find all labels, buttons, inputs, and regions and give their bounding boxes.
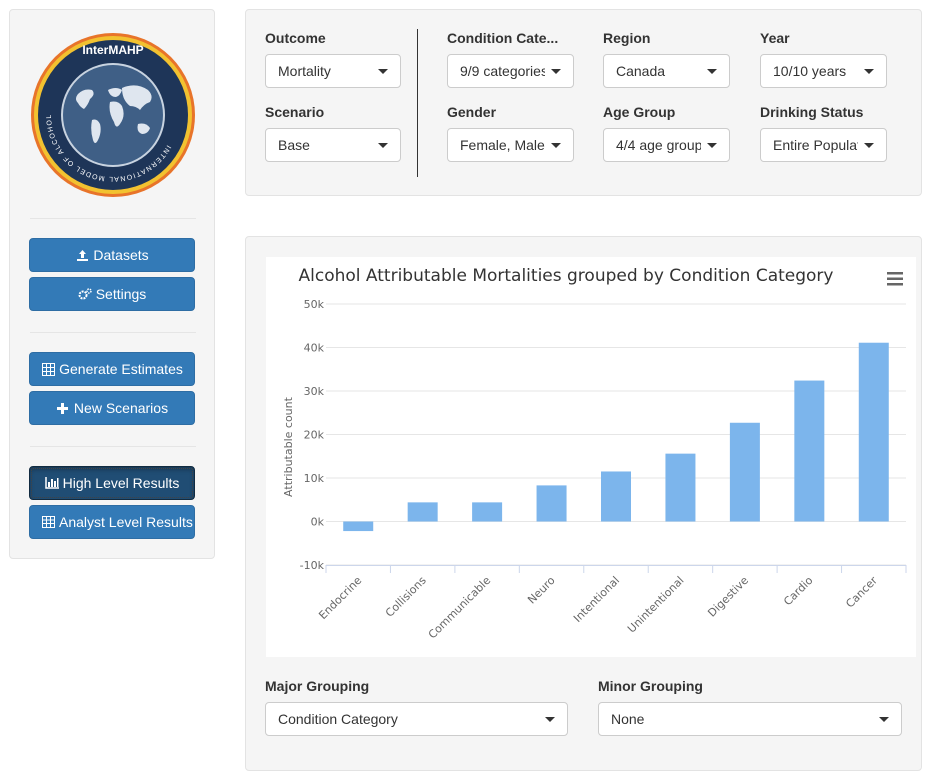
gears-icon [78,287,92,301]
gender-select[interactable]: Female, Male [447,128,574,162]
minor-grouping-select[interactable]: None [598,702,902,736]
caret-down-icon [707,68,717,74]
outcome-select[interactable]: Mortality [265,54,401,88]
caret-down-icon [551,142,561,148]
gender-value: Female, Male [460,137,545,153]
upload-icon [75,248,89,262]
x-tick-label: Unintentional [625,574,687,636]
new-scenarios-label: New Scenarios [73,400,169,416]
major-grouping-select[interactable]: Condition Category [265,702,568,736]
bar-chart-icon [44,476,59,490]
major-grouping-value: Condition Category [278,711,398,727]
caret-down-icon [707,142,717,148]
condition-category-select[interactable]: 9/9 categories [447,54,574,88]
drinking-status-select[interactable]: Entire Population [760,128,887,162]
outcome-value: Mortality [278,63,331,79]
x-tick-label: Cancer [843,574,880,611]
age-group-label: Age Group [603,104,676,120]
y-tick-label: 30k [304,385,325,398]
bar-endocrine[interactable] [343,521,374,532]
gender-label: Gender [447,104,497,120]
y-axis-label: Attributable count [282,396,295,497]
table-icon [41,515,55,529]
sidebar-divider [30,446,196,447]
bar-digestive[interactable] [729,422,760,522]
caret-down-icon [378,68,388,74]
outcome-label: Outcome [265,30,326,46]
settings-button[interactable]: Settings [29,277,195,311]
x-tick-label: Digestive [705,574,751,620]
age-group-value: 4/4 age groups [616,137,701,153]
x-tick-label: Communicable [426,574,494,642]
y-tick-label: 20k [304,429,325,442]
scenario-value: Base [278,137,310,153]
hamburger-menu-icon[interactable] [878,269,903,289]
drinking-status-label: Drinking Status [760,104,864,120]
intermahp-logo: InterMAHP INTERNATIONAL MODEL OF ALCOHOL… [30,32,195,197]
caret-down-icon [378,142,388,148]
logo-name: InterMAHP [82,43,143,57]
x-tick-label: Neuro [525,574,558,607]
year-value: 10/10 years [773,63,847,79]
y-tick-label: 40k [304,342,325,355]
condition-category-value: 9/9 categories [460,63,545,79]
scenario-select[interactable]: Base [265,128,401,162]
bar-chart: Alcohol Attributable Mortalities grouped… [282,266,907,642]
region-value: Canada [616,63,666,79]
caret-down-icon [864,68,874,74]
age-group-select[interactable]: 4/4 age groups [603,128,730,162]
year-label: Year [760,30,790,46]
filters-panel: Outcome Mortality Scenario Base Conditio… [245,9,922,196]
generate-estimates-label: Generate Estimates [59,361,183,377]
x-tick-label: Intentional [571,574,622,625]
caret-down-icon [864,142,874,148]
bar-neuro[interactable] [536,485,567,522]
results-panel: Alcohol Attributable Mortalities grouped… [245,236,922,771]
minor-grouping-label: Minor Grouping [598,678,703,694]
plus-icon [56,401,70,415]
drinking-status-value: Entire Population [773,137,858,153]
minor-grouping-value: None [611,711,645,727]
y-tick-label: 50k [304,298,325,311]
datasets-button[interactable]: Datasets [29,238,195,272]
generate-estimates-button[interactable]: Generate Estimates [29,352,195,386]
caret-down-icon [551,68,561,74]
calculator-icon [41,362,55,376]
sidebar-divider [30,332,196,333]
new-scenarios-button[interactable]: New Scenarios [29,391,195,425]
analyst-level-results-label: Analyst Level Results [59,514,193,530]
x-tick-label: Cardio [781,574,815,608]
bar-intentional[interactable] [601,471,631,522]
x-tick-label: Collisions [383,574,429,620]
bar-cancer[interactable] [858,342,889,522]
chart-title: Alcohol Attributable Mortalities grouped… [299,266,834,286]
region-select[interactable]: Canada [603,54,730,88]
datasets-label: Datasets [93,247,149,263]
x-tick-label: Endocrine [316,574,364,622]
settings-label: Settings [95,286,147,302]
scenario-label: Scenario [265,104,325,120]
year-select[interactable]: 10/10 years [760,54,887,88]
high-level-results-button[interactable]: High Level Results [29,466,195,500]
sidebar: InterMAHP INTERNATIONAL MODEL OF ALCOHOL… [9,9,215,559]
bar-cardio[interactable] [794,380,825,522]
analyst-level-results-button[interactable]: Analyst Level Results [29,505,195,539]
chart-container: Alcohol Attributable Mortalities grouped… [266,257,916,657]
bar-communicable[interactable] [472,502,503,522]
major-grouping-label: Major Grouping [265,678,370,694]
y-tick-label: -10k [300,559,325,572]
y-tick-label: 0k [311,516,325,529]
condition-category-label: Condition Cate... [447,30,559,46]
bar-collisions[interactable] [407,502,438,522]
sidebar-divider [30,218,196,219]
caret-down-icon [545,716,555,722]
y-tick-label: 10k [304,472,325,485]
filters-divider [417,29,418,177]
region-label: Region [603,30,651,46]
caret-down-icon [879,716,889,722]
bar-unintentional[interactable] [665,453,696,522]
high-level-results-label: High Level Results [62,475,180,491]
